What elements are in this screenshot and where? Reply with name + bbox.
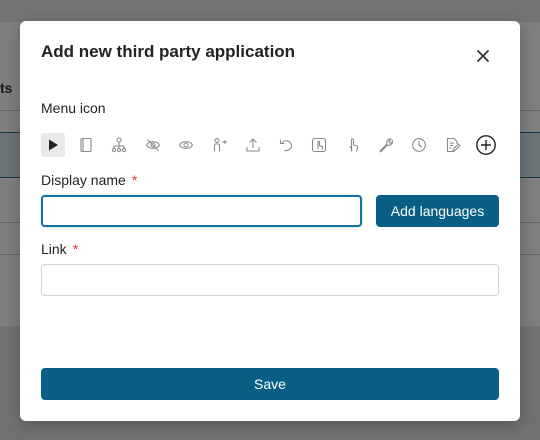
sitemap-icon [111,137,127,153]
icon-option-clock[interactable] [407,133,431,157]
required-mark: * [131,172,138,188]
icon-option-person-arrow[interactable] [207,133,231,157]
icon-option-add-circle[interactable] [474,133,498,157]
undo-icon [279,139,293,152]
icon-option-eye-slash[interactable] [141,133,165,157]
hand-pointer-icon [349,138,359,152]
link-label: Link * [41,241,78,257]
clock-icon [412,138,426,152]
file-edit-icon [446,137,461,153]
icon-option-book[interactable] [74,133,98,157]
person-arrow-icon [213,137,227,152]
icon-option-play[interactable] [41,133,65,157]
icon-option-sitemap[interactable] [107,133,131,157]
display-name-label: Display name * [41,172,137,188]
icon-option-upload[interactable] [241,133,265,157]
save-button[interactable]: Save [41,368,499,400]
add-third-party-app-dialog: Add new third party application Menu ico… [20,21,520,421]
icon-option-hand-pointer[interactable] [341,133,365,157]
close-button[interactable] [472,45,494,67]
add-circle-icon [476,135,496,155]
icon-option-eye[interactable] [174,133,198,157]
menu-icon-picker [41,133,501,157]
icon-option-file-edit[interactable] [441,133,465,157]
link-label-text: Link [41,241,67,257]
book-icon [80,137,92,153]
icon-option-undo[interactable] [274,133,298,157]
menu-icon-label: Menu icon [41,100,106,116]
upload-icon [246,138,260,152]
display-name-input[interactable] [41,195,362,227]
hand-pointer-square-icon [311,137,327,153]
add-languages-button[interactable]: Add languages [376,195,499,227]
icon-option-wrench[interactable] [374,133,398,157]
required-mark: * [72,241,79,257]
wrench-icon [379,138,394,153]
eye-icon [178,141,194,149]
display-name-label-text: Display name [41,172,126,188]
play-icon [49,139,58,151]
icon-option-hand-pointer-square[interactable] [307,133,331,157]
eye-slash-icon [145,139,161,151]
close-icon [477,50,489,62]
dialog-title: Add new third party application [41,42,296,61]
link-input[interactable] [41,264,499,296]
